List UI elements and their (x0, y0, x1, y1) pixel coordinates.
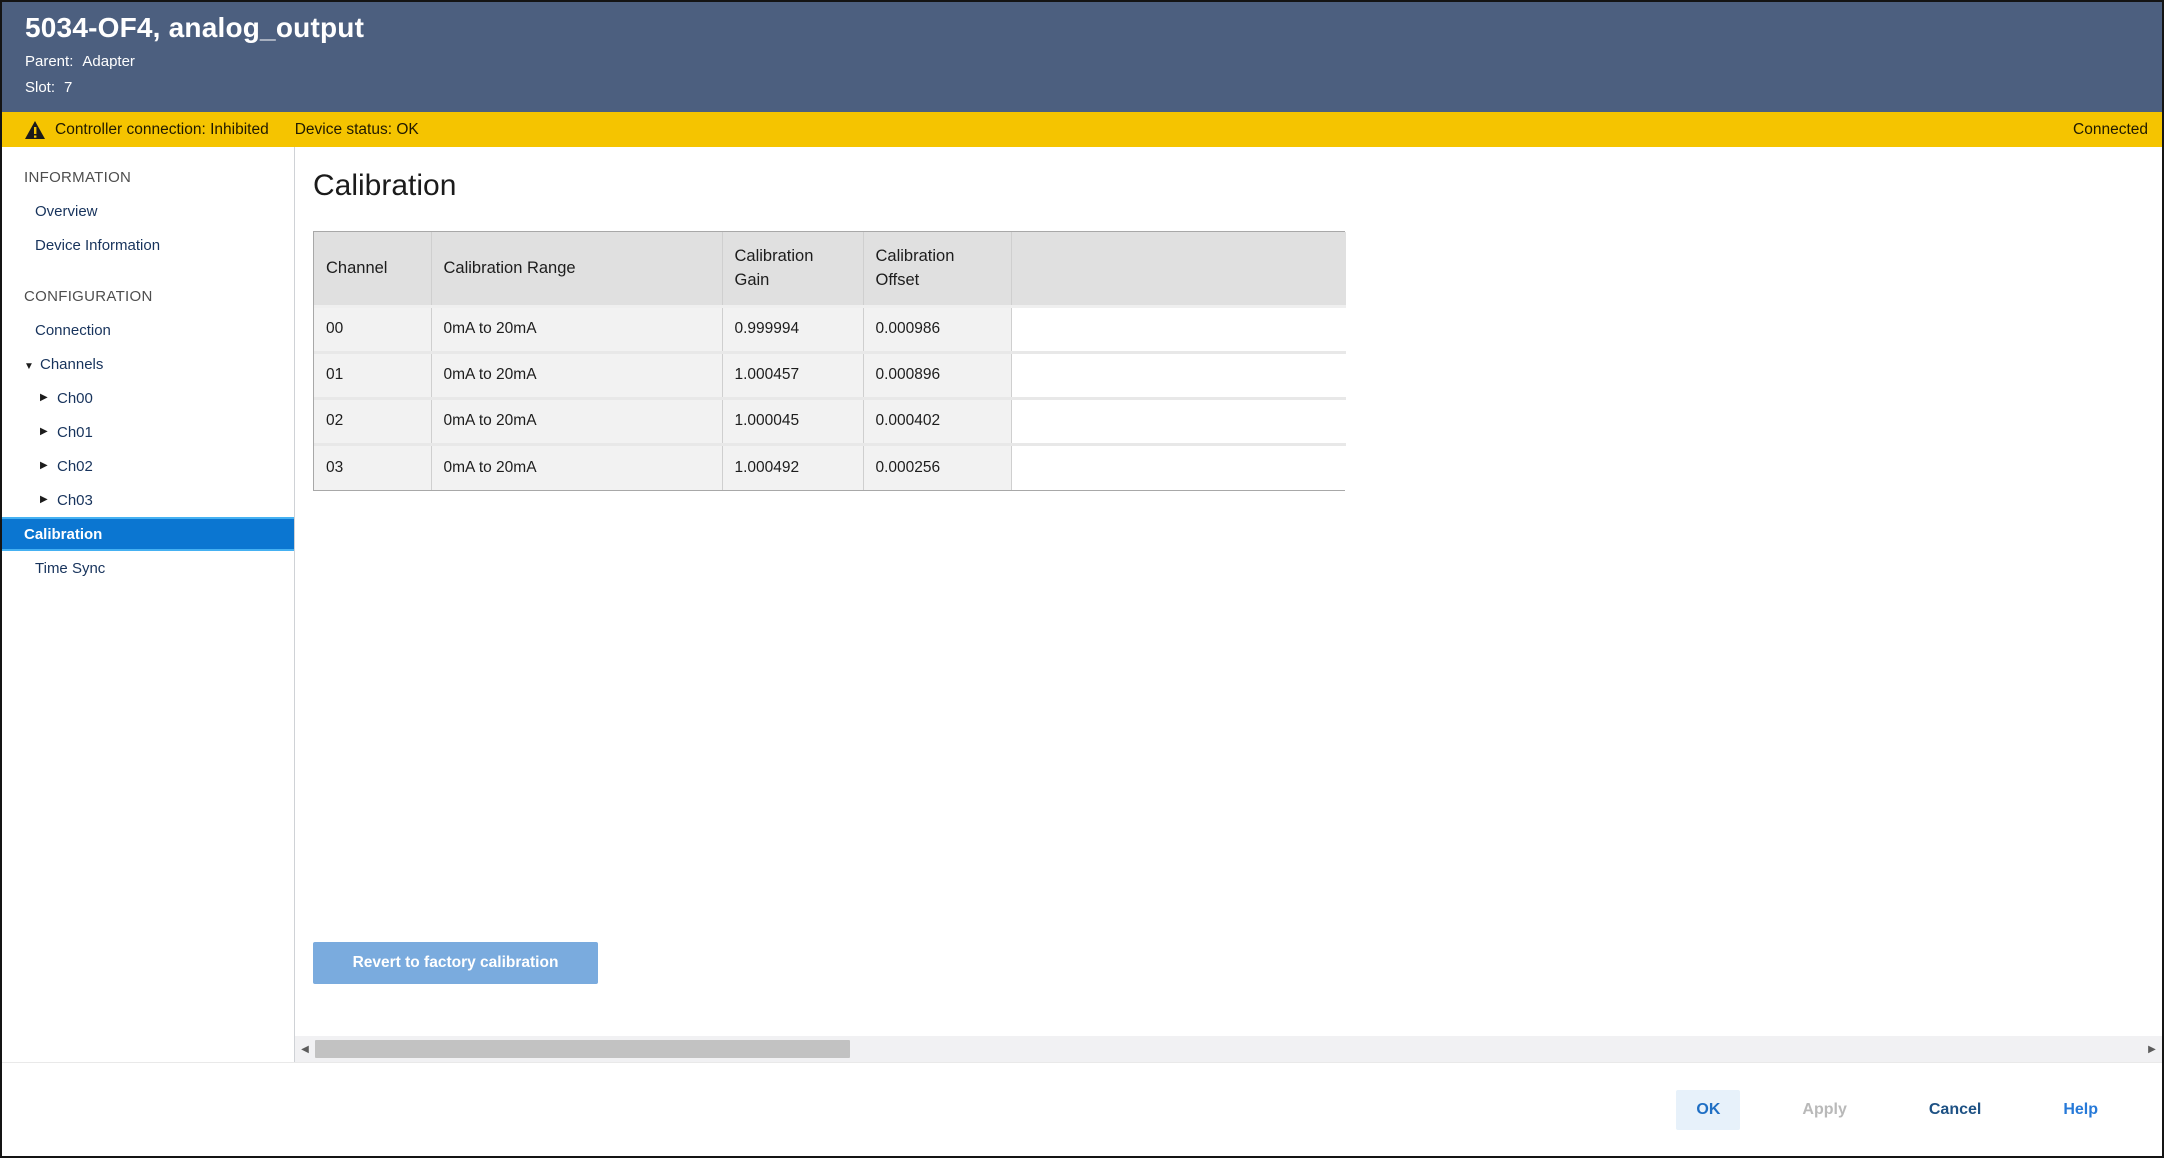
expand-icon[interactable]: ▶ (40, 392, 48, 403)
sidebar-item-ch03[interactable]: ▶ Ch03 (2, 483, 294, 517)
section-header-configuration: CONFIGURATION (2, 280, 294, 313)
page-title: Calibration (313, 169, 2162, 203)
sidebar-item-ch00[interactable]: ▶ Ch00 (2, 381, 294, 415)
cell-channel: 00 (314, 306, 431, 352)
status-bar: Controller connection: Inhibited Device … (2, 112, 2162, 147)
scrollbar-track[interactable] (315, 1036, 2142, 1062)
device-status: Device status: OK (295, 121, 419, 139)
cell-offset[interactable]: 0.000986 (863, 306, 1011, 352)
cell-gain[interactable]: 1.000492 (722, 444, 863, 490)
column-header-calibration-offset: Calibration Offset (863, 232, 1011, 306)
module-profile-window: 5034-OF4, analog_output Parent: Adapter S… (0, 0, 2164, 1158)
sidebar-gap (2, 262, 294, 280)
cell-empty (1011, 352, 1346, 398)
sidebar-item-label: Ch03 (57, 492, 93, 509)
sidebar-item-connection[interactable]: Connection (2, 313, 294, 347)
cell-gain[interactable]: 1.000045 (722, 398, 863, 444)
table-row: 00 0mA to 20mA 0.999994 0.000986 (314, 306, 1346, 352)
cell-range[interactable]: 0mA to 20mA (431, 352, 722, 398)
cell-empty (1011, 398, 1346, 444)
sidebar-item-label: Ch00 (57, 390, 93, 407)
apply-button[interactable]: Apply (1782, 1090, 1866, 1130)
column-header-empty (1011, 232, 1346, 306)
sidebar-item-label: Channels (40, 356, 103, 373)
expand-icon[interactable]: ▶ (40, 426, 48, 437)
table-header-row: Channel Calibration Range Calibration Ga… (314, 232, 1346, 306)
sidebar-item-ch02[interactable]: ▶ Ch02 (2, 449, 294, 483)
ok-button[interactable]: OK (1676, 1090, 1740, 1130)
column-header-channel: Channel (314, 232, 431, 306)
sidebar-item-channels[interactable]: ▼Channels (2, 347, 294, 381)
sidebar-item-label: Ch02 (57, 458, 93, 475)
table-row: 01 0mA to 20mA 1.000457 0.000896 (314, 352, 1346, 398)
expand-icon[interactable]: ▶ (40, 460, 48, 471)
expand-icon[interactable]: ▶ (40, 494, 48, 505)
parent-value: Adapter (82, 53, 135, 70)
cell-channel: 02 (314, 398, 431, 444)
section-header-information: INFORMATION (2, 161, 294, 194)
cell-offset[interactable]: 0.000402 (863, 398, 1011, 444)
horizontal-scrollbar[interactable]: ◀ ▶ (295, 1036, 2162, 1062)
warning-icon (25, 121, 45, 139)
cell-empty (1011, 444, 1346, 490)
parent-line: Parent: Adapter (25, 53, 2162, 70)
cell-gain[interactable]: 0.999994 (722, 306, 863, 352)
table-row: 03 0mA to 20mA 1.000492 0.000256 (314, 444, 1346, 490)
table-row: 02 0mA to 20mA 1.000045 0.000402 (314, 398, 1346, 444)
sidebar-item-calibration[interactable]: Calibration (2, 517, 294, 551)
module-title: 5034-OF4, analog_output (25, 12, 2162, 44)
cell-channel: 03 (314, 444, 431, 490)
scroll-left-icon[interactable]: ◀ (295, 1044, 315, 1055)
slot-label: Slot: (25, 79, 55, 96)
controller-connection-status: Controller connection: Inhibited (55, 121, 269, 139)
parent-label: Parent: (25, 53, 73, 70)
cell-range[interactable]: 0mA to 20mA (431, 306, 722, 352)
footer-button-bar: OK Apply Cancel Help (2, 1062, 2162, 1156)
help-button[interactable]: Help (2043, 1090, 2118, 1130)
sidebar-item-label: Ch01 (57, 424, 93, 441)
cancel-button[interactable]: Cancel (1909, 1090, 2001, 1130)
revert-to-factory-calibration-button[interactable]: Revert to factory calibration (313, 942, 598, 984)
main-content: Calibration Channel Calibration Range Ca… (295, 147, 2162, 1062)
cell-gain[interactable]: 1.000457 (722, 352, 863, 398)
cell-range[interactable]: 0mA to 20mA (431, 444, 722, 490)
sidebar-item-device-information[interactable]: Device Information (2, 228, 294, 262)
cell-offset[interactable]: 0.000896 (863, 352, 1011, 398)
column-header-calibration-gain: Calibration Gain (722, 232, 863, 306)
slot-value: 7 (64, 79, 72, 96)
cell-channel: 01 (314, 352, 431, 398)
cell-empty (1011, 306, 1346, 352)
scrollbar-thumb[interactable] (315, 1040, 850, 1058)
cell-range[interactable]: 0mA to 20mA (431, 398, 722, 444)
sidebar: INFORMATION Overview Device Information … (2, 147, 295, 1062)
sidebar-item-time-sync[interactable]: Time Sync (2, 551, 294, 585)
cell-offset[interactable]: 0.000256 (863, 444, 1011, 490)
title-bar: 5034-OF4, analog_output Parent: Adapter S… (2, 2, 2162, 112)
connection-state: Connected (2073, 121, 2148, 139)
sidebar-item-overview[interactable]: Overview (2, 194, 294, 228)
sidebar-item-ch01[interactable]: ▶ Ch01 (2, 415, 294, 449)
column-header-calibration-range: Calibration Range (431, 232, 722, 306)
collapse-icon[interactable]: ▼ (24, 361, 40, 372)
body: INFORMATION Overview Device Information … (2, 147, 2162, 1062)
slot-line: Slot: 7 (25, 79, 2162, 96)
scroll-right-icon[interactable]: ▶ (2142, 1044, 2162, 1055)
calibration-table: Channel Calibration Range Calibration Ga… (313, 231, 1345, 491)
